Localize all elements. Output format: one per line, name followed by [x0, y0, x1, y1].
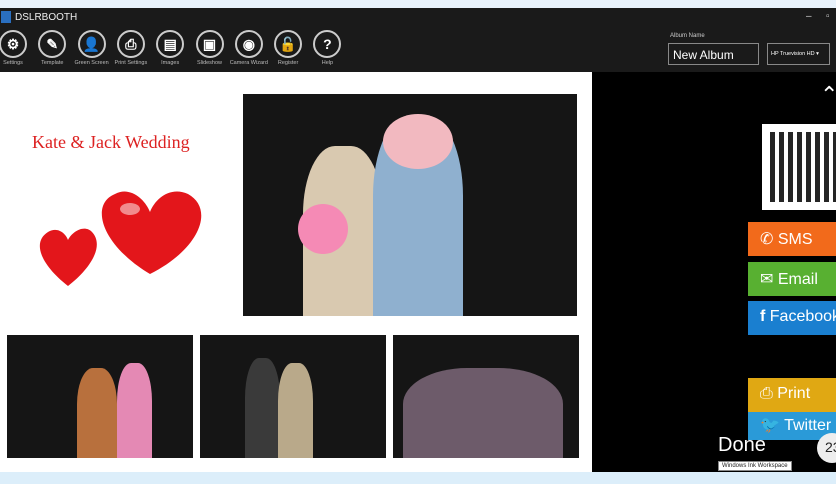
- email-button[interactable]: ✉ Email: [748, 262, 836, 296]
- facebook-icon: f: [760, 308, 770, 325]
- print-label: Print: [777, 385, 811, 402]
- chevron-up-icon[interactable]: ⌃: [820, 82, 836, 108]
- app-logo-icon: [1, 11, 11, 23]
- twitter-icon: 🐦: [760, 417, 785, 434]
- mail-icon: ✉: [760, 271, 778, 288]
- title-bar: DSLRBOOTH – ▫: [0, 8, 836, 28]
- photo-strip-2: [200, 335, 386, 458]
- minimize-button[interactable]: –: [806, 11, 812, 22]
- toolbar-help-button[interactable]: ? Help: [297, 30, 357, 66]
- qr-code: [762, 124, 836, 210]
- twitter-label: Twitter: [784, 417, 832, 434]
- app-title: DSLRBOOTH: [15, 12, 78, 23]
- camera-select[interactable]: HP Truevision HD ▾: [767, 43, 830, 65]
- photo-strip-1: [7, 335, 193, 458]
- main-photo: [243, 94, 577, 316]
- album-name-label: Album Name: [670, 33, 705, 39]
- toolbar-label: Help: [321, 60, 334, 66]
- photo-strip-3: [393, 335, 579, 458]
- sms-label: SMS: [777, 231, 813, 248]
- album-name-input[interactable]: New Album: [668, 43, 759, 65]
- maximize-button[interactable]: ▫: [826, 11, 830, 22]
- template-title: Kate & Jack Wedding: [32, 132, 190, 152]
- ink-workspace-tooltip: Windows Ink Workspace: [718, 461, 792, 471]
- top-border: [0, 0, 836, 8]
- template-preview: Kate & Jack Wedding: [0, 72, 592, 472]
- done-text: Done: [718, 434, 766, 456]
- email-label: Email: [777, 271, 818, 288]
- camera-select-value: HP Truevision HD: [771, 51, 815, 57]
- print-button[interactable]: ⎙ Print: [748, 378, 836, 412]
- facebook-button[interactable]: f Facebook: [748, 301, 836, 335]
- sms-button[interactable]: ✆ SMS: [748, 222, 836, 256]
- printer-icon: ⎙: [760, 385, 778, 402]
- phone-icon: ✆: [760, 231, 778, 248]
- facebook-label: Facebook: [769, 308, 836, 325]
- hearts-icon: [39, 191, 202, 286]
- help-icon: ?: [313, 30, 342, 58]
